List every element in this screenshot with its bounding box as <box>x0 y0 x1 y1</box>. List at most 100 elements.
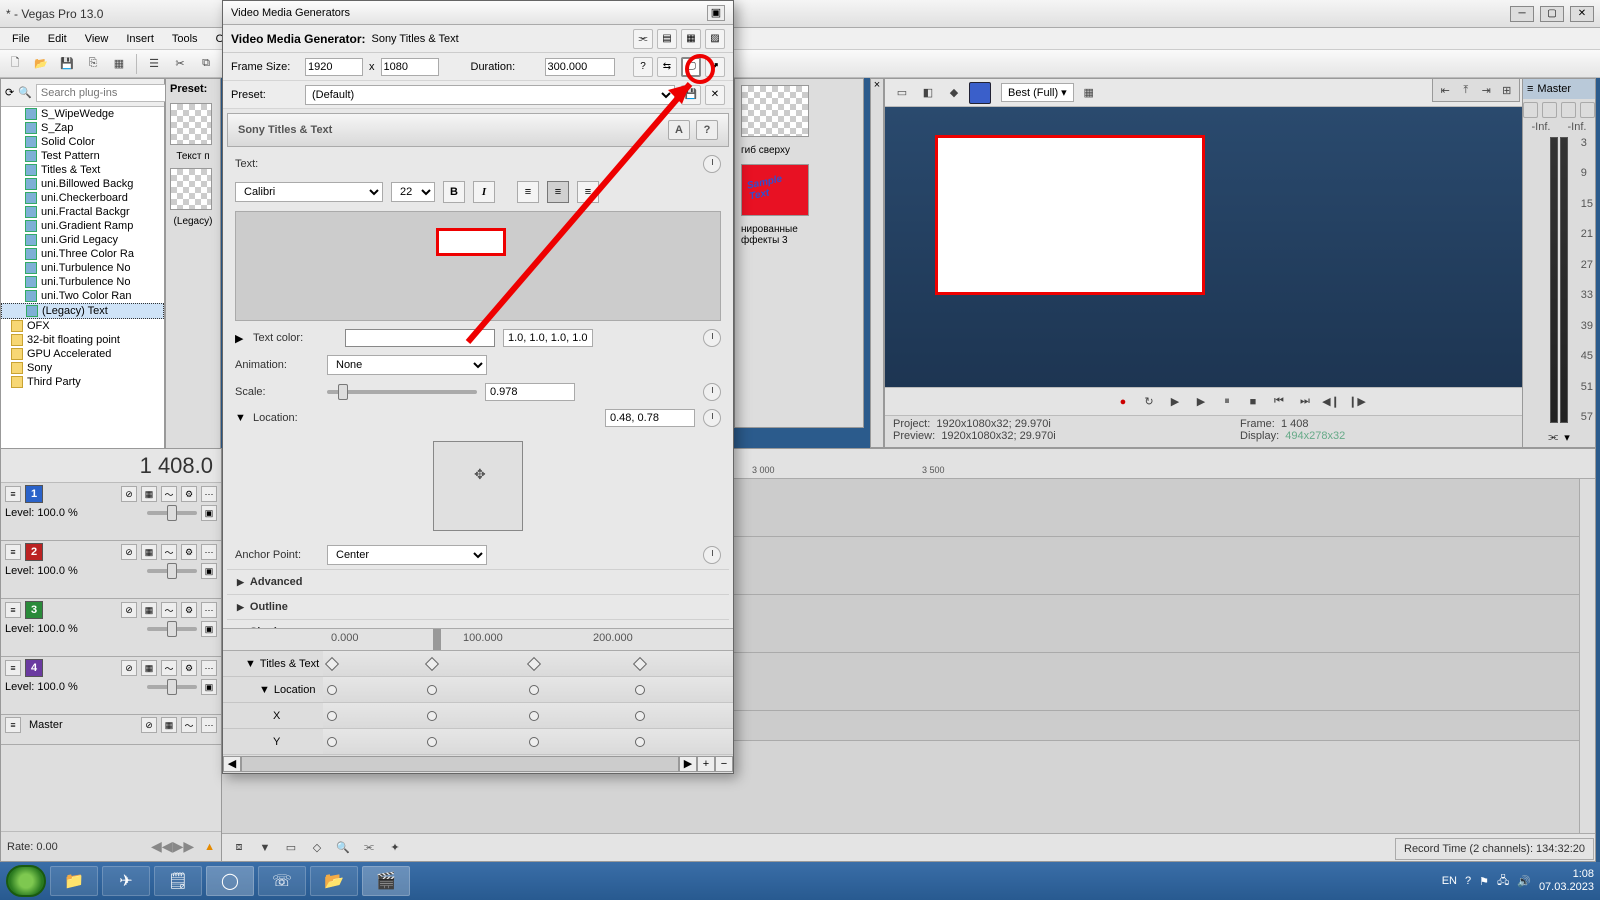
task-notes[interactable]: 🗒 <box>154 866 202 896</box>
tree-item[interactable]: uni.Turbulence No <box>1 261 164 275</box>
tree-item[interactable]: uni.Three Color Ra <box>1 247 164 261</box>
start-button[interactable] <box>6 865 46 897</box>
preview-stage[interactable] <box>885 107 1595 387</box>
duration-input[interactable] <box>545 58 615 76</box>
kf-ruler[interactable]: 0.000 100.000 200.000 <box>223 629 733 651</box>
kf-track[interactable] <box>323 677 733 702</box>
scale-value[interactable] <box>485 383 575 401</box>
tree-item[interactable]: S_WipeWedge <box>1 107 164 121</box>
bypass-icon[interactable]: ⊘ <box>121 660 137 676</box>
animate-icon[interactable] <box>703 546 721 564</box>
anchor-select[interactable]: Center <box>327 545 487 565</box>
mute-icon[interactable] <box>1542 102 1557 118</box>
level-slider[interactable] <box>147 627 197 631</box>
task-whatsapp[interactable]: ☏ <box>258 866 306 896</box>
go-start-button[interactable]: ⏮ <box>1269 393 1289 411</box>
open-icon[interactable]: 📂 <box>30 53 52 75</box>
marker-icon[interactable]: ▼ <box>254 837 276 859</box>
panel-close-icon[interactable]: × <box>870 78 884 448</box>
more-icon[interactable]: ⋯ <box>201 660 217 676</box>
kf-lane-label[interactable]: X <box>273 710 280 722</box>
text-color-value[interactable] <box>503 329 593 347</box>
preset-thumb[interactable] <box>741 85 809 137</box>
shuttle-icon[interactable]: ◀◀▶▶ <box>151 838 194 855</box>
trackfx-icon[interactable]: ▦ <box>141 544 157 560</box>
trackfx-icon[interactable]: ▦ <box>161 717 177 733</box>
delete-preset-icon[interactable]: ✕ <box>705 85 725 105</box>
hamburger-icon[interactable]: ≡ <box>1527 83 1533 95</box>
menu-insert[interactable]: Insert <box>118 31 162 47</box>
meter-opts-icon[interactable]: ▾ <box>1564 431 1570 444</box>
chain-icon[interactable]: ⫘ <box>633 29 653 49</box>
tree-item[interactable]: uni.Checkerboard <box>1 191 164 205</box>
menu-tools[interactable]: Tools <box>164 31 206 47</box>
level-slider[interactable] <box>147 511 197 515</box>
overlay-icon[interactable]: ◆ <box>943 82 965 104</box>
automation-icon[interactable]: ～ <box>161 544 177 560</box>
save-preset-icon[interactable]: 💾 <box>681 85 701 105</box>
frame-width-input[interactable] <box>305 58 363 76</box>
bypass-icon[interactable]: ⊘ <box>121 486 137 502</box>
expand-icon[interactable]: ▣ <box>201 679 217 695</box>
animate-icon[interactable] <box>703 155 721 173</box>
save-icon[interactable]: 💾 <box>56 53 78 75</box>
v-scrollbar[interactable] <box>1579 479 1595 833</box>
solo-icon[interactable] <box>1561 102 1576 118</box>
tray-help-icon[interactable]: ? <box>1465 875 1471 887</box>
expander-outline[interactable]: ▶Outline <box>227 594 729 619</box>
tree-item[interactable]: uni.Turbulence No <box>1 275 164 289</box>
tree-item[interactable]: uni.Two Color Ran <box>1 289 164 303</box>
bold-button[interactable]: B <box>443 181 465 203</box>
tree-folder[interactable]: 32-bit floating point <box>1 333 164 347</box>
track-header[interactable]: ≡3 ⊘▦～⚙⋯ Level: 100.0 %▣ <box>1 599 221 657</box>
match-icon[interactable]: ⇆ <box>657 57 677 77</box>
track-header[interactable]: ≡2 ⊘▦～⚙⋯ Level: 100.0 %▣ <box>1 541 221 599</box>
tool-select-icon[interactable]: ▭ <box>280 837 302 859</box>
tray-vol-icon[interactable]: 🔊 <box>1517 875 1531 888</box>
trackfx-icon[interactable]: ▦ <box>141 660 157 676</box>
kf-track[interactable] <box>323 703 733 728</box>
fx-icon[interactable]: ▭ <box>891 82 913 104</box>
font-select[interactable]: Calibri <box>235 182 383 202</box>
lang-indicator[interactable]: EN <box>1442 875 1457 887</box>
more-icon[interactable]: ⋯ <box>201 717 217 733</box>
tree-item[interactable]: Test Pattern <box>1 149 164 163</box>
link-icon[interactable]: ⫘ <box>1548 431 1558 444</box>
menu-icon[interactable]: ≡ <box>5 544 21 560</box>
help-icon[interactable]: ? <box>633 57 653 77</box>
animate-icon[interactable] <box>703 329 721 347</box>
about-button[interactable]: A <box>668 120 690 140</box>
quality-select[interactable]: Best (Full) ▾ <box>1001 83 1074 102</box>
snap-icon[interactable]: ⧈ <box>228 837 250 859</box>
task-telegram[interactable]: ✈ <box>102 866 150 896</box>
tree-folder[interactable]: Third Party <box>1 375 164 389</box>
fx-master-icon[interactable] <box>1523 102 1538 118</box>
prev-frame-button[interactable]: ◀❙ <box>1321 393 1341 411</box>
menu-icon[interactable]: ≡ <box>5 602 21 618</box>
tray-net-icon[interactable]: 🖧 <box>1497 872 1509 891</box>
track-header[interactable]: ≡4 ⊘▦～⚙⋯ Level: 100.0 %▣ <box>1 657 221 715</box>
kf-track[interactable] <box>323 651 733 676</box>
menu-icon[interactable]: ≡ <box>5 660 21 676</box>
align-right-button[interactable]: ≡ <box>577 181 599 203</box>
pause-button[interactable]: ⏸ <box>1217 393 1237 411</box>
zoom-out-icon[interactable]: − <box>715 756 733 772</box>
tree-item[interactable]: uni.Fractal Backgr <box>1 205 164 219</box>
menu-view[interactable]: View <box>77 31 117 47</box>
copy-icon[interactable]: ⧉ <box>195 53 217 75</box>
dialog-close-icon[interactable]: ▣ <box>707 5 725 21</box>
render-icon[interactable]: ▦ <box>108 53 130 75</box>
text-edit-canvas[interactable] <box>235 211 721 321</box>
automation-icon[interactable]: ～ <box>161 486 177 502</box>
tool-zoom-icon[interactable]: 🔍 <box>332 837 354 859</box>
gear-icon[interactable]: ⚙ <box>181 602 197 618</box>
track-header-master[interactable]: ≡Master ⊘▦～⋯ <box>1 715 221 745</box>
kf-lane-label[interactable]: Location <box>274 684 316 696</box>
tree-folder[interactable]: OFX <box>1 319 164 333</box>
props-icon[interactable]: ☰ <box>143 53 165 75</box>
task-vegas[interactable]: 🎬 <box>362 866 410 896</box>
monitor-icon[interactable]: 🖵 <box>681 57 701 77</box>
next-frame-button[interactable]: ❙▶ <box>1347 393 1367 411</box>
tool-envelope-icon[interactable]: ◇ <box>306 837 328 859</box>
track-header[interactable]: ≡1 ⊘▦～⚙⋯ Level: 100.0 %▣ <box>1 483 221 541</box>
